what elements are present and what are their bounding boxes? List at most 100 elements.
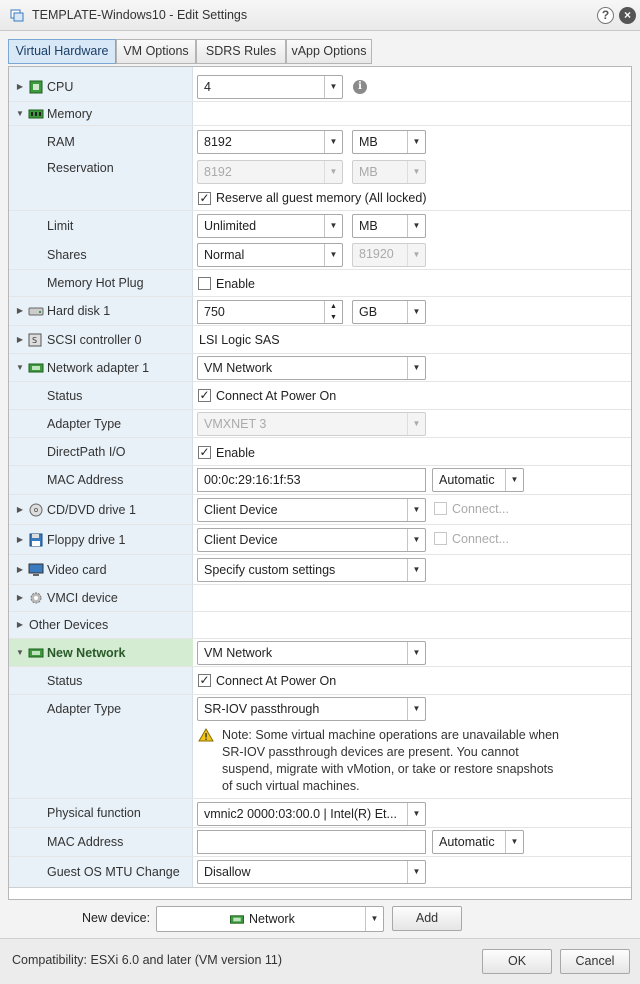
video-card-row: ▶ Video card Specify custom settings ▼ bbox=[9, 555, 631, 585]
network-status-label: Status bbox=[47, 388, 83, 403]
note-line: Note: Some virtual machine operations ar… bbox=[222, 728, 559, 742]
svg-text:S: S bbox=[32, 336, 37, 345]
shares-select[interactable]: Normal ▼ bbox=[197, 243, 343, 267]
mac-address-mode-select[interactable]: Automatic ▼ bbox=[432, 468, 524, 492]
new-network-connect-checkbox[interactable]: ✓ bbox=[198, 674, 211, 687]
new-device-label: New device: bbox=[82, 911, 151, 925]
limit-unit-select[interactable]: MB ▼ bbox=[352, 214, 426, 238]
cpu-label: CPU bbox=[47, 79, 74, 94]
video-card-select[interactable]: Specify custom settings ▼ bbox=[197, 558, 426, 582]
cd-dvd-connect-label: Connect... bbox=[452, 502, 509, 516]
scsi-value: LSI Logic SAS bbox=[199, 333, 280, 347]
other-devices-label: Other Devices bbox=[29, 618, 109, 632]
cd-dvd-row: ▶ CD/DVD drive 1 Client Device ▼ Connect.… bbox=[9, 495, 631, 525]
note-line: suspend, migrate with vMotion, or take o… bbox=[222, 762, 554, 776]
expand-arrow-icon[interactable]: ▶ bbox=[15, 335, 25, 345]
tab-vm-options[interactable]: VM Options bbox=[116, 39, 196, 64]
limit-row: Limit Unlimited ▼ MB ▼ bbox=[9, 211, 631, 240]
ram-unit-select[interactable]: MB ▼ bbox=[352, 130, 426, 154]
ram-label: RAM bbox=[47, 135, 75, 149]
add-device-button[interactable]: Add bbox=[392, 906, 462, 931]
physical-function-select[interactable]: vmnic2 0000:03:00.0 | Intel(R) Et... ▼ bbox=[197, 802, 426, 826]
ram-input[interactable]: 8192 ▼ bbox=[197, 130, 343, 154]
ram-row: RAM 8192 ▼ MB ▼ bbox=[9, 126, 631, 158]
mtu-change-row: Guest OS MTU Change Disallow ▼ bbox=[9, 857, 631, 887]
hard-disk-unit-select[interactable]: GB ▼ bbox=[352, 300, 426, 324]
cd-dvd-icon bbox=[29, 503, 43, 516]
mac-address-input[interactable]: 00:0c:29:16:1f:53 bbox=[197, 468, 426, 492]
network-status-row: Status ✓ Connect At Power On bbox=[9, 382, 631, 410]
tab-vapp-options[interactable]: vApp Options bbox=[286, 39, 372, 64]
ok-button[interactable]: OK bbox=[482, 949, 552, 974]
reserve-all-checkbox[interactable]: ✓ bbox=[198, 192, 211, 205]
compatibility-text: Compatibility: ESXi 6.0 and later (VM ve… bbox=[12, 953, 283, 967]
memory-hot-plug-checkbox[interactable] bbox=[198, 277, 211, 290]
network-adapter-icon bbox=[28, 648, 44, 657]
close-icon[interactable]: × bbox=[619, 7, 636, 24]
dialog-title: TEMPLATE-Windows10 - Edit Settings bbox=[32, 8, 248, 22]
video-card-label: Video card bbox=[47, 562, 107, 577]
expand-arrow-icon[interactable]: ▶ bbox=[15, 535, 25, 545]
mtu-change-select[interactable]: Disallow ▼ bbox=[197, 860, 426, 884]
connect-at-power-on-label: Connect At Power On bbox=[216, 389, 337, 403]
new-network-mac-input[interactable] bbox=[197, 830, 426, 854]
physical-function-row: Physical function vmnic2 0000:03:00.0 | … bbox=[9, 799, 631, 828]
tab-sdrs-rules[interactable]: SDRS Rules bbox=[196, 39, 286, 64]
scsi-row: ▶ S SCSI controller 0 LSI Logic SAS bbox=[9, 326, 631, 354]
other-devices-row: ▶ Other Devices bbox=[9, 612, 631, 639]
sriov-note-row: Note: Some virtual machine operations ar… bbox=[9, 723, 631, 799]
new-network-adapter-type-select[interactable]: SR-IOV passthrough ▼ bbox=[197, 697, 426, 721]
vmci-row: ▶ VMCI device bbox=[9, 585, 631, 612]
collapse-arrow-icon[interactable]: ▼ bbox=[15, 648, 25, 658]
floppy-select[interactable]: Client Device ▼ bbox=[197, 528, 426, 552]
limit-input[interactable]: Unlimited ▼ bbox=[197, 214, 343, 238]
cpu-icon bbox=[29, 80, 43, 93]
note-line: SR-IOV passthrough devices are present. … bbox=[222, 745, 519, 759]
scsi-label: SCSI controller 0 bbox=[47, 332, 142, 347]
collapse-arrow-icon[interactable]: ▼ bbox=[15, 363, 25, 373]
cd-dvd-select[interactable]: Client Device ▼ bbox=[197, 498, 426, 522]
dialog-titlebar: TEMPLATE-Windows10 - Edit Settings ? × bbox=[0, 0, 640, 31]
connect-at-power-on-checkbox[interactable]: ✓ bbox=[198, 389, 211, 402]
network-adapter-icon bbox=[230, 915, 244, 924]
spinner-icon[interactable]: ▲ ▼ bbox=[324, 301, 342, 323]
limit-label: Limit bbox=[47, 218, 74, 233]
mtu-change-label: Guest OS MTU Change bbox=[47, 865, 180, 879]
hard-disk-row: ▶ Hard disk 1 750 ▲ ▼ GB ▼ bbox=[9, 297, 631, 326]
reservation-row: Reservation 8192 ▼ MB ▼ bbox=[9, 158, 631, 186]
network-adapter-icon bbox=[28, 363, 44, 372]
new-network-mac-mode-select[interactable]: Automatic ▼ bbox=[432, 830, 524, 854]
expand-arrow-icon[interactable]: ▶ bbox=[15, 505, 25, 515]
panel-bottom-strip bbox=[9, 887, 631, 899]
new-network-status-row: Status ✓ Connect At Power On bbox=[9, 667, 631, 695]
collapse-arrow-icon[interactable]: ▼ bbox=[15, 109, 25, 119]
adapter-type-label: Adapter Type bbox=[47, 416, 122, 431]
mac-address-label: MAC Address bbox=[47, 473, 124, 487]
scsi-icon: S bbox=[28, 333, 42, 346]
expand-arrow-icon[interactable]: ▶ bbox=[15, 82, 25, 92]
hard-disk-size-input[interactable]: 750 ▲ ▼ bbox=[197, 300, 343, 324]
expand-arrow-icon[interactable]: ▶ bbox=[15, 620, 25, 630]
tab-virtual-hardware[interactable]: Virtual Hardware bbox=[8, 39, 116, 64]
directpath-checkbox[interactable]: ✓ bbox=[198, 446, 211, 459]
hard-disk-icon bbox=[28, 307, 44, 316]
new-network-mac-label: MAC Address bbox=[47, 835, 124, 849]
expand-arrow-icon[interactable]: ▶ bbox=[15, 593, 25, 603]
chevron-down-icon: ▼ bbox=[324, 76, 342, 98]
expand-arrow-icon[interactable]: ▶ bbox=[15, 306, 25, 316]
help-icon[interactable]: ? bbox=[597, 7, 614, 24]
new-network-label: New Network bbox=[47, 645, 126, 660]
new-network-status-label: Status bbox=[47, 673, 83, 688]
cpu-row: ▶ CPU 4 ▼ i bbox=[9, 72, 631, 102]
floppy-icon bbox=[29, 533, 43, 546]
new-network-select[interactable]: VM Network ▼ bbox=[197, 641, 426, 665]
network-adapter-row: ▼ Network adapter 1 VM Network ▼ bbox=[9, 354, 631, 382]
floppy-connect-label: Connect... bbox=[452, 532, 509, 546]
network-adapter-network-select[interactable]: VM Network ▼ bbox=[197, 356, 426, 380]
info-icon[interactable]: i bbox=[353, 80, 367, 94]
new-device-select[interactable]: Network ▼ bbox=[156, 906, 384, 932]
cpu-select[interactable]: 4 ▼ bbox=[197, 75, 343, 99]
cancel-button[interactable]: Cancel bbox=[560, 949, 630, 974]
expand-arrow-icon[interactable]: ▶ bbox=[15, 565, 25, 575]
vmci-gear-icon bbox=[30, 592, 42, 604]
